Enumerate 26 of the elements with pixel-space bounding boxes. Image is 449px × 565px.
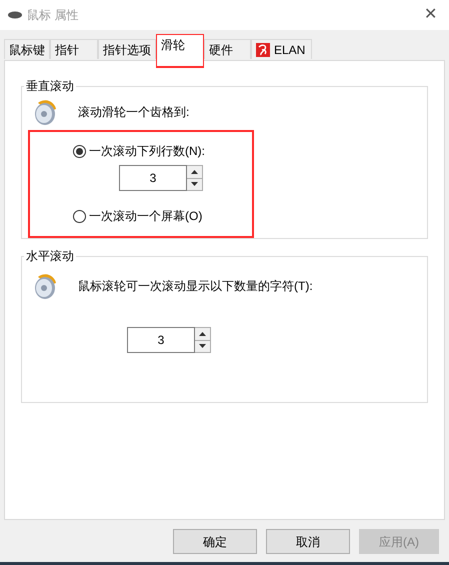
- group-title: 垂直滚动: [25, 78, 75, 95]
- down-triangle-icon: [199, 344, 206, 348]
- up-triangle-icon: [199, 332, 206, 336]
- radio-label: 一次滚动一个屏幕(O): [89, 208, 202, 225]
- group-title: 水平滚动: [25, 248, 75, 265]
- radio-label: 一次滚动下列行数(N):: [89, 143, 205, 160]
- dialog-button[interactable]: 确定: [173, 529, 257, 554]
- dialog-button[interactable]: 取消: [266, 529, 350, 554]
- prompt-text: 滚动滑轮一个齿格到:: [78, 104, 190, 121]
- number-field[interactable]: 3: [119, 165, 187, 191]
- tab[interactable]: 指针: [50, 39, 98, 59]
- mouse-icon: [8, 11, 22, 19]
- radio-button[interactable]: [73, 210, 86, 222]
- tab[interactable]: 指针选项: [98, 39, 156, 59]
- number-field[interactable]: 3: [127, 327, 195, 353]
- tab[interactable]: 硬件: [204, 39, 251, 59]
- tab[interactable]: ELAN: [251, 39, 312, 59]
- window-title: 鼠标 属性: [27, 7, 78, 24]
- close-button[interactable]: ✕: [424, 3, 437, 27]
- prompt-text: 鼠标滚轮可一次滚动显示以下数量的字符(T):: [78, 278, 313, 295]
- radio-button[interactable]: [73, 144, 86, 158]
- up-triangle-icon: [191, 170, 198, 174]
- tab[interactable]: 滑轮: [156, 34, 204, 68]
- tab[interactable]: 鼠标键: [4, 39, 50, 59]
- down-triangle-icon: [191, 182, 198, 186]
- logo-icon: [256, 42, 270, 56]
